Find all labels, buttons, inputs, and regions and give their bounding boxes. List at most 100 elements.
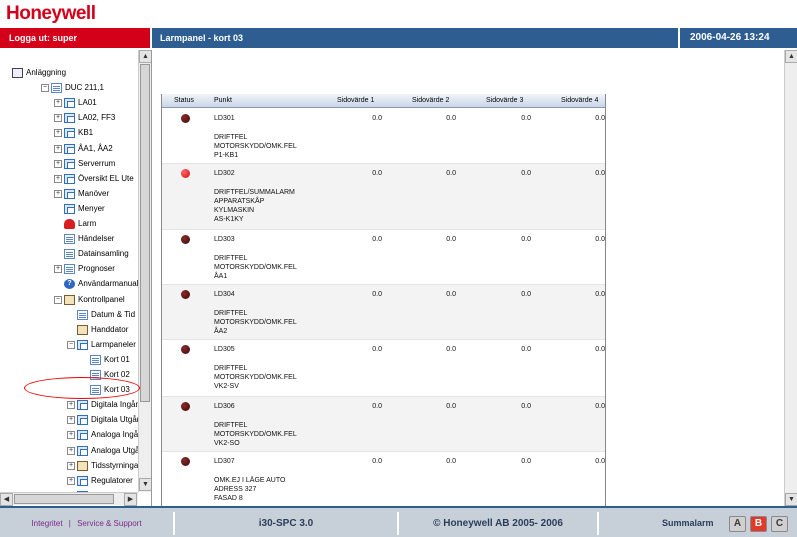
page-title: Larmpanel - kort 03 (160, 33, 244, 43)
tree-node-item-12[interactable]: ? Användarmanual (0, 277, 138, 291)
tree-node-item-9[interactable]: Händelser (0, 232, 138, 246)
tree-node-duc[interactable]: − DUC 211,1 (0, 81, 138, 95)
tree-node-label: Tidsstyrningar (91, 460, 138, 470)
expand-icon[interactable]: + (54, 159, 62, 168)
sidebar-vertical-scrollbar[interactable]: ▲ ▼ (138, 50, 151, 492)
point-description-line: OMK.EJ I LÄGE AUTO (214, 477, 286, 484)
side-value-3: 0.0 (521, 291, 531, 298)
side-value-4: 0.0 (595, 170, 605, 177)
logout-button[interactable]: Logga ut: super (0, 28, 150, 48)
scroll-thumb[interactable] (14, 494, 114, 504)
selection-highlight-ellipse (24, 377, 140, 399)
table-row[interactable]: LD301 DRIFTFEL MOTORSKYDD/OMK.FEL P1-KB1 0.0… (162, 109, 605, 164)
scroll-down-icon[interactable]: ▼ (139, 478, 151, 491)
side-value-3: 0.0 (521, 170, 531, 177)
expand-icon[interactable]: + (54, 174, 62, 183)
table-row[interactable]: LD305 DRIFTFEL MOTORSKYDD/OMK.FEL VK2-SV 0.0… (162, 340, 605, 397)
tree-node-more-4[interactable]: + Tidsstyrningar (0, 459, 138, 473)
point-description-line: MOTORSKYDD/OMK.FEL (214, 431, 297, 438)
point-description-line: KYLMASKIN (214, 207, 255, 214)
footer: Integritet | Service & Support i30-SPC 3… (0, 506, 797, 537)
main-vertical-scrollbar[interactable]: ▲ ▼ (784, 50, 797, 506)
expand-icon[interactable]: + (54, 129, 62, 138)
tree-node-item-5[interactable]: + Översikt EL Ute (0, 172, 138, 186)
expand-icon[interactable]: + (67, 431, 75, 440)
tree-node-item-8[interactable]: Larm (0, 217, 138, 231)
tree-node-label: Användarmanual (78, 279, 138, 289)
tree-node-label: Manöver (78, 188, 110, 198)
point-description-line: APPARATSKÅP (214, 198, 265, 205)
tree-node-more-2[interactable]: + Analoga Ingångar (0, 428, 138, 442)
tree-node-item-1[interactable]: + LA02, FF3 (0, 111, 138, 125)
tree-node-item-2[interactable]: + KB1 (0, 126, 138, 140)
expand-icon[interactable]: + (67, 476, 75, 485)
alarm-class-c-button[interactable]: C (771, 516, 788, 532)
tree-node-item-10[interactable]: Datainsamling (0, 247, 138, 261)
table-row[interactable]: LD307 OMK.EJ I LÄGE AUTO ADRESS 327 FASAD 8… (162, 452, 605, 506)
tree-node-item-3[interactable]: + ÅA1, ÅA2 (0, 142, 138, 156)
point-description-line: ÅA1 (214, 273, 228, 280)
service-support-link[interactable]: Service & Support (77, 519, 141, 528)
table-header: Status Punkt Sidovärde 1 Sidovärde 2 Sid… (162, 94, 605, 108)
tree-node-more-5[interactable]: + Regulatorer (0, 474, 138, 488)
expand-icon[interactable]: + (67, 461, 75, 470)
help-icon: ? (64, 279, 75, 290)
point-name: LD307 (214, 458, 235, 465)
folder-icon (64, 98, 75, 109)
point-name: LD304 (214, 291, 235, 298)
tree-node-item-11[interactable]: + Prognoser (0, 262, 138, 276)
expand-icon[interactable]: + (67, 401, 75, 410)
tree-node-item-0[interactable]: + LA01 (0, 96, 138, 110)
side-value-3: 0.0 (521, 346, 531, 353)
collapse-icon[interactable]: − (41, 84, 49, 93)
tree-node-kontrollpanel-1[interactable]: Handdator (0, 323, 138, 337)
expand-icon[interactable]: + (54, 265, 62, 274)
tree-node-more-1[interactable]: + Digitala Utgångar (0, 413, 138, 427)
side-value-2: 0.0 (446, 170, 456, 177)
scroll-down-icon[interactable]: ▼ (785, 493, 797, 506)
tree-node-item-7[interactable]: Menyer (0, 202, 138, 216)
expand-icon[interactable]: + (54, 114, 62, 123)
tree-node-kontrollpanel-0[interactable]: Datum & Tid (0, 308, 138, 322)
tree-node-more-3[interactable]: + Analoga Utgångar (0, 444, 138, 458)
scroll-left-icon[interactable]: ◀ (0, 493, 13, 506)
scroll-up-icon[interactable]: ▲ (139, 50, 151, 63)
tree-node-item-6[interactable]: + Manöver (0, 187, 138, 201)
alarm-inactive-indicator (181, 290, 190, 299)
alarm-class-b-button[interactable]: B (750, 516, 767, 532)
point-description-line: DRIFTFEL/SUMMALARM (214, 189, 295, 196)
tree-node-item-13[interactable]: − Kontrollpanel (0, 293, 138, 307)
tree-node-item-4[interactable]: + Serverrum (0, 157, 138, 171)
tree-node-anlaggning[interactable]: Anläggning (0, 66, 138, 80)
tree-node-kort-1[interactable]: Kort 01 (0, 353, 138, 367)
table-row[interactable]: LD302 DRIFTFEL/SUMMALARM APPARATSKÅP KYLMAS… (162, 164, 605, 230)
expand-icon[interactable]: + (54, 189, 62, 198)
scroll-thumb[interactable] (140, 64, 150, 402)
folder-icon (77, 430, 88, 441)
expand-icon[interactable]: + (67, 446, 75, 455)
point-description-line: AS-K1KY (214, 216, 244, 223)
sidebar-horizontal-scrollbar[interactable]: ◀ ▶ (0, 492, 138, 506)
ctrl-icon (77, 460, 88, 471)
link-divider: | (68, 519, 71, 528)
collapse-icon[interactable]: − (54, 295, 62, 304)
scroll-up-icon[interactable]: ▲ (785, 50, 797, 63)
alarm-class-a-button[interactable]: A (729, 516, 746, 532)
doc-icon (77, 309, 88, 320)
expand-icon[interactable]: + (54, 144, 62, 153)
point-description-line: MOTORSKYDD/OMK.FEL (214, 374, 297, 381)
integritet-link[interactable]: Integritet (31, 519, 62, 528)
tree-node-more-0[interactable]: + Digitala Ingångar (0, 398, 138, 412)
scroll-right-icon[interactable]: ▶ (124, 493, 137, 506)
point-description-line: DRIFTFEL (214, 365, 248, 372)
copyright-text: © Honeywell AB 2005- 2006 (433, 518, 563, 529)
table-row[interactable]: LD303 DRIFTFEL MOTORSKYDD/OMK.FEL ÅA1 0.0 0.0… (162, 230, 605, 285)
tree-node-label: Analoga Utgångar (91, 445, 138, 455)
collapse-icon[interactable]: − (67, 340, 75, 349)
tree-node-label: Serverrum (78, 158, 116, 168)
expand-icon[interactable]: + (67, 416, 75, 425)
tree-node-kontrollpanel-2[interactable]: − Larmpaneler (0, 338, 138, 352)
expand-icon[interactable]: + (54, 99, 62, 108)
table-row[interactable]: LD304 DRIFTFEL MOTORSKYDD/OMK.FEL ÅA2 0.0 0.0… (162, 285, 605, 340)
table-row[interactable]: LD306 DRIFTFEL MOTORSKYDD/OMK.FEL VK2-SO 0.0… (162, 397, 605, 452)
